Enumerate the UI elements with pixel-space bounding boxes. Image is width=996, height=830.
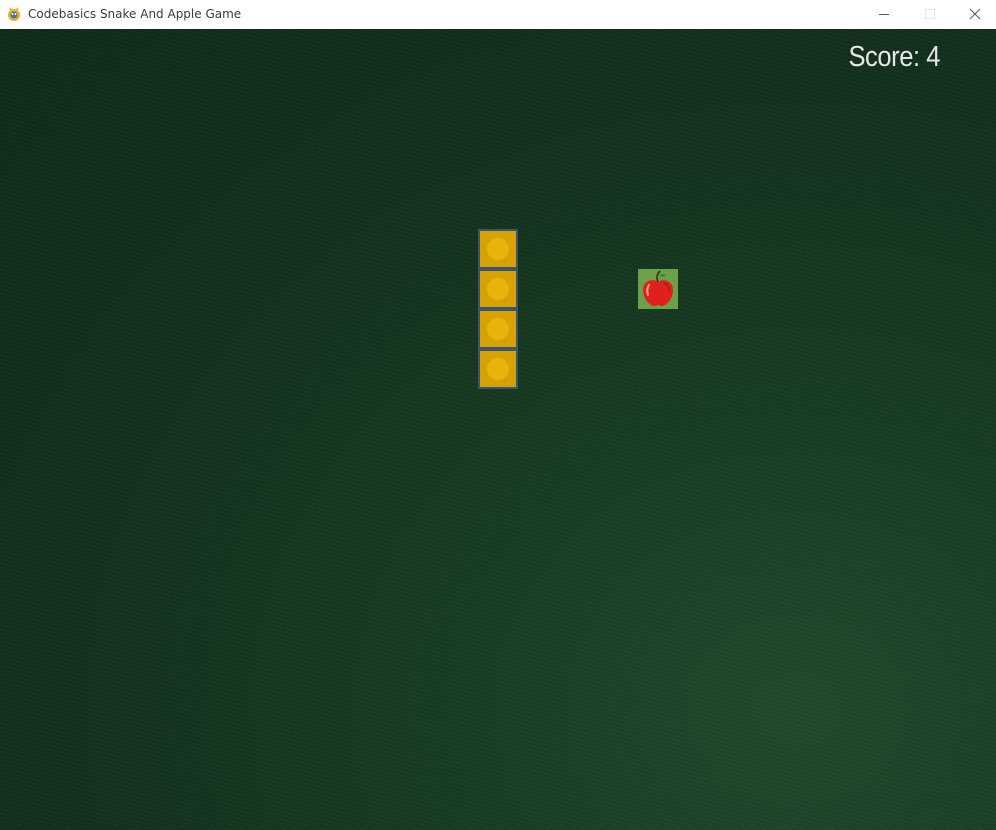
minimize-button[interactable]	[861, 0, 907, 28]
minimize-icon	[879, 14, 889, 15]
close-button[interactable]	[952, 0, 996, 28]
snake-segment	[478, 309, 518, 349]
title-bar[interactable]: Codebasics Snake And Apple Game	[0, 0, 996, 28]
snake-segment	[478, 269, 518, 309]
apple-icon	[643, 270, 673, 306]
snake-segment-head	[478, 229, 518, 269]
score-display: Score: 4	[848, 41, 940, 73]
game-window: Codebasics Snake And Apple Game Score: 4	[0, 0, 996, 830]
snake-segment-tail	[478, 349, 518, 389]
window-title: Codebasics Snake And Apple Game	[28, 7, 242, 21]
maximize-icon	[925, 9, 935, 19]
game-board[interactable]: Score: 4	[0, 29, 996, 830]
close-icon	[969, 8, 981, 20]
pygame-snake-icon	[8, 7, 20, 21]
apple-tile	[638, 269, 678, 309]
maximize-button[interactable]	[907, 0, 953, 28]
